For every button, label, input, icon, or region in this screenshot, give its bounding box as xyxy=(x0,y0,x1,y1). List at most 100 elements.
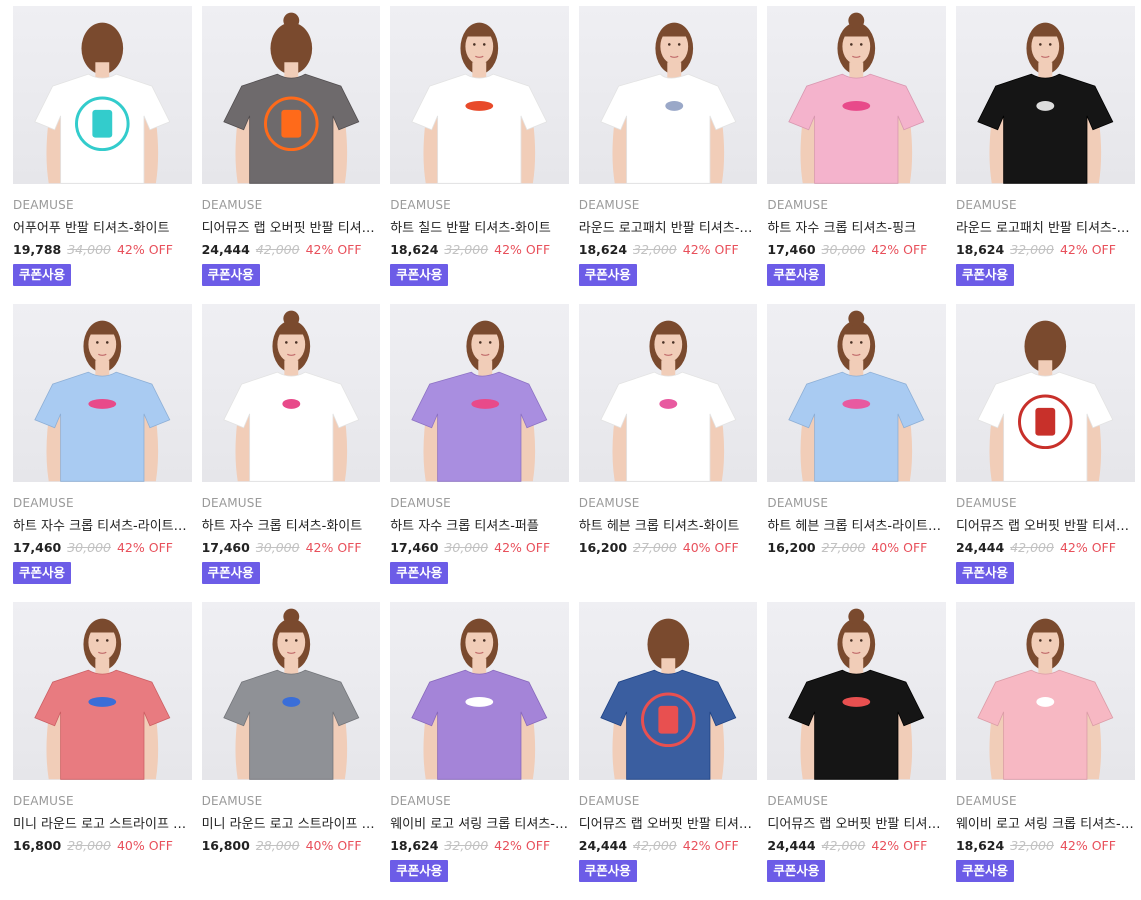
product-card[interactable]: DEAMUSE 라운드 로고패치 반팔 티셔츠-블랙 18,624 32,000 4… xyxy=(955,6,1135,304)
product-image[interactable] xyxy=(13,602,192,780)
product-card[interactable]: DEAMUSE 하트 자수 크롭 티셔츠-화이트 17,460 30,000 42%… xyxy=(201,304,381,602)
product-image[interactable] xyxy=(955,602,1135,780)
brand-name[interactable]: DEAMUSE xyxy=(202,794,381,809)
product-card[interactable]: DEAMUSE 디어뮤즈 랩 오버핏 반팔 티셔츠-화이트 24,444 42,00… xyxy=(955,304,1135,602)
product-card[interactable]: DEAMUSE 디어뮤즈 랩 오버핏 반팔 티셔츠-블루 24,444 42,000… xyxy=(578,602,758,900)
brand-name[interactable]: DEAMUSE xyxy=(767,198,946,213)
product-card[interactable]: DEAMUSE 웨이비 로고 셔링 크롭 티셔츠-핑크 18,624 32,000 … xyxy=(955,602,1135,900)
product-title[interactable]: 라운드 로고패치 반팔 티셔츠-블랙 xyxy=(956,220,1135,237)
product-image[interactable] xyxy=(955,304,1135,482)
brand-name[interactable]: DEAMUSE xyxy=(390,198,569,213)
product-image[interactable] xyxy=(201,6,381,184)
brand-name[interactable]: DEAMUSE xyxy=(579,496,758,511)
product-title[interactable]: 웨이비 로고 셔링 크롭 티셔츠-퍼플 xyxy=(390,816,569,833)
product-title[interactable]: 디어뮤즈 랩 오버핏 반팔 티셔츠-블랙 xyxy=(767,816,946,833)
product-card[interactable]: DEAMUSE 미니 라운드 로고 스트라이프 크롭 티셔츠-그레이 16,800 … xyxy=(201,602,381,900)
brand-name[interactable]: DEAMUSE xyxy=(956,198,1135,213)
brand-name[interactable]: DEAMUSE xyxy=(390,794,569,809)
product-title[interactable]: 하트 자수 크롭 티셔츠-라이트블루 xyxy=(13,518,192,535)
product-card[interactable]: DEAMUSE 웨이비 로고 셔링 크롭 티셔츠-퍼플 18,624 32,000 … xyxy=(390,602,569,900)
coupon-badge[interactable]: 쿠폰사용 xyxy=(390,264,449,286)
coupon-badge[interactable]: 쿠폰사용 xyxy=(13,264,72,286)
product-card[interactable]: DEAMUSE 하트 헤븐 크롭 티셔츠-라이트블루 16,200 27,000 4… xyxy=(767,304,946,602)
brand-name[interactable]: DEAMUSE xyxy=(390,496,569,511)
product-title[interactable]: 하트 자수 크롭 티셔츠-퍼플 xyxy=(390,518,569,535)
product-title[interactable]: 미니 라운드 로고 스트라이프 크롭 티셔츠-레드 xyxy=(13,816,192,833)
product-card[interactable]: DEAMUSE 미니 라운드 로고 스트라이프 크롭 티셔츠-레드 16,800 2… xyxy=(13,602,192,900)
brand-name[interactable]: DEAMUSE xyxy=(202,198,381,213)
product-image[interactable] xyxy=(390,602,569,780)
brand-name[interactable]: DEAMUSE xyxy=(579,198,758,213)
brand-name[interactable]: DEAMUSE xyxy=(767,794,946,809)
coupon-badge[interactable]: 쿠폰사용 xyxy=(767,264,826,286)
coupon-badge[interactable]: 쿠폰사용 xyxy=(767,860,826,882)
product-title[interactable]: 디어뮤즈 랩 오버핏 반팔 티셔츠-차콜 xyxy=(202,220,381,237)
price-row: 18,624 32,000 42% OFF xyxy=(956,242,1135,258)
product-image[interactable] xyxy=(767,304,946,482)
model-photo xyxy=(34,320,171,482)
product-image[interactable] xyxy=(13,304,192,482)
price-row: 24,444 42,000 42% OFF xyxy=(202,242,381,258)
product-image[interactable] xyxy=(578,6,758,184)
coupon-badge[interactable]: 쿠폰사용 xyxy=(201,264,260,286)
coupon-badge[interactable]: 쿠폰사용 xyxy=(955,562,1014,584)
product-card[interactable]: DEAMUSE 하트 칠드 반팔 티셔츠-화이트 18,624 32,000 42%… xyxy=(390,6,569,304)
product-image[interactable] xyxy=(390,6,569,184)
product-title[interactable]: 하트 헤븐 크롭 티셔츠-화이트 xyxy=(579,518,758,535)
model-photo xyxy=(977,618,1114,780)
product-image[interactable] xyxy=(578,304,758,482)
product-title[interactable]: 디어뮤즈 랩 오버핏 반팔 티셔츠-블루 xyxy=(579,816,758,833)
product-image[interactable] xyxy=(13,6,192,184)
product-title[interactable]: 하트 헤븐 크롭 티셔츠-라이트블루 xyxy=(767,518,946,535)
product-image[interactable] xyxy=(955,6,1135,184)
product-image[interactable] xyxy=(390,304,569,482)
price-row: 19,788 34,000 42% OFF xyxy=(13,242,192,258)
product-card[interactable]: DEAMUSE 디어뮤즈 랩 오버핏 반팔 티셔츠-블랙 24,444 42,000… xyxy=(767,602,946,900)
coupon-badge[interactable]: 쿠폰사용 xyxy=(578,264,637,286)
product-image[interactable] xyxy=(578,602,758,780)
product-title[interactable]: 디어뮤즈 랩 오버핏 반팔 티셔츠-화이트 xyxy=(956,518,1135,535)
coupon-badge[interactable]: 쿠폰사용 xyxy=(578,860,637,882)
model-photo xyxy=(34,618,171,780)
brand-name[interactable]: DEAMUSE xyxy=(767,496,946,511)
product-card[interactable]: DEAMUSE 하트 헤븐 크롭 티셔츠-화이트 16,200 27,000 40%… xyxy=(578,304,758,602)
product-image[interactable] xyxy=(767,6,946,184)
brand-name[interactable]: DEAMUSE xyxy=(956,496,1135,511)
discount-rate: 40% OFF xyxy=(682,540,739,555)
product-title[interactable]: 웨이비 로고 셔링 크롭 티셔츠-핑크 xyxy=(956,816,1135,833)
product-title[interactable]: 하트 칠드 반팔 티셔츠-화이트 xyxy=(390,220,569,237)
model-photo xyxy=(411,22,548,184)
brand-name[interactable]: DEAMUSE xyxy=(579,794,758,809)
product-title[interactable]: 미니 라운드 로고 스트라이프 크롭 티셔츠-그레이 xyxy=(202,816,381,833)
discount-rate: 42% OFF xyxy=(682,242,739,257)
coupon-badge[interactable]: 쿠폰사용 xyxy=(201,562,260,584)
brand-name[interactable]: DEAMUSE xyxy=(13,198,192,213)
product-card[interactable]: DEAMUSE 하트 자수 크롭 티셔츠-라이트블루 17,460 30,000 4… xyxy=(13,304,192,602)
product-card[interactable]: DEAMUSE 하트 자수 크롭 티셔츠-핑크 17,460 30,000 42% … xyxy=(767,6,946,304)
product-image[interactable] xyxy=(201,602,381,780)
discount-rate: 42% OFF xyxy=(1059,540,1116,555)
product-title[interactable]: 하트 자수 크롭 티셔츠-화이트 xyxy=(202,518,381,535)
product-title[interactable]: 라운드 로고패치 반팔 티셔츠-화이트 xyxy=(579,220,758,237)
coupon-badge[interactable]: 쿠폰사용 xyxy=(390,860,449,882)
price-row: 24,444 42,000 42% OFF xyxy=(956,540,1135,556)
coupon-badge[interactable]: 쿠폰사용 xyxy=(390,562,449,584)
brand-name[interactable]: DEAMUSE xyxy=(13,794,192,809)
brand-name[interactable]: DEAMUSE xyxy=(13,496,192,511)
product-image[interactable] xyxy=(767,602,946,780)
model-photo xyxy=(34,22,171,184)
coupon-badge[interactable]: 쿠폰사용 xyxy=(13,562,72,584)
product-card[interactable]: DEAMUSE 디어뮤즈 랩 오버핏 반팔 티셔츠-차콜 24,444 42,000… xyxy=(201,6,381,304)
coupon-badge[interactable]: 쿠폰사용 xyxy=(955,860,1014,882)
brand-name[interactable]: DEAMUSE xyxy=(956,794,1135,809)
product-card[interactable]: DEAMUSE 하트 자수 크롭 티셔츠-퍼플 17,460 30,000 42% … xyxy=(390,304,569,602)
product-card[interactable]: DEAMUSE 라운드 로고패치 반팔 티셔츠-화이트 18,624 32,000 … xyxy=(578,6,758,304)
product-title[interactable]: 하트 자수 크롭 티셔츠-핑크 xyxy=(767,220,946,237)
coupon-badge[interactable]: 쿠폰사용 xyxy=(955,264,1014,286)
product-image[interactable] xyxy=(201,304,381,482)
brand-name[interactable]: DEAMUSE xyxy=(202,496,381,511)
product-title[interactable]: 어푸어푸 반팔 티셔츠-화이트 xyxy=(13,220,192,237)
sale-price: 24,444 xyxy=(578,838,628,853)
product-card[interactable]: DEAMUSE 어푸어푸 반팔 티셔츠-화이트 19,788 34,000 42% … xyxy=(13,6,192,304)
original-price: 27,000 xyxy=(821,540,866,555)
